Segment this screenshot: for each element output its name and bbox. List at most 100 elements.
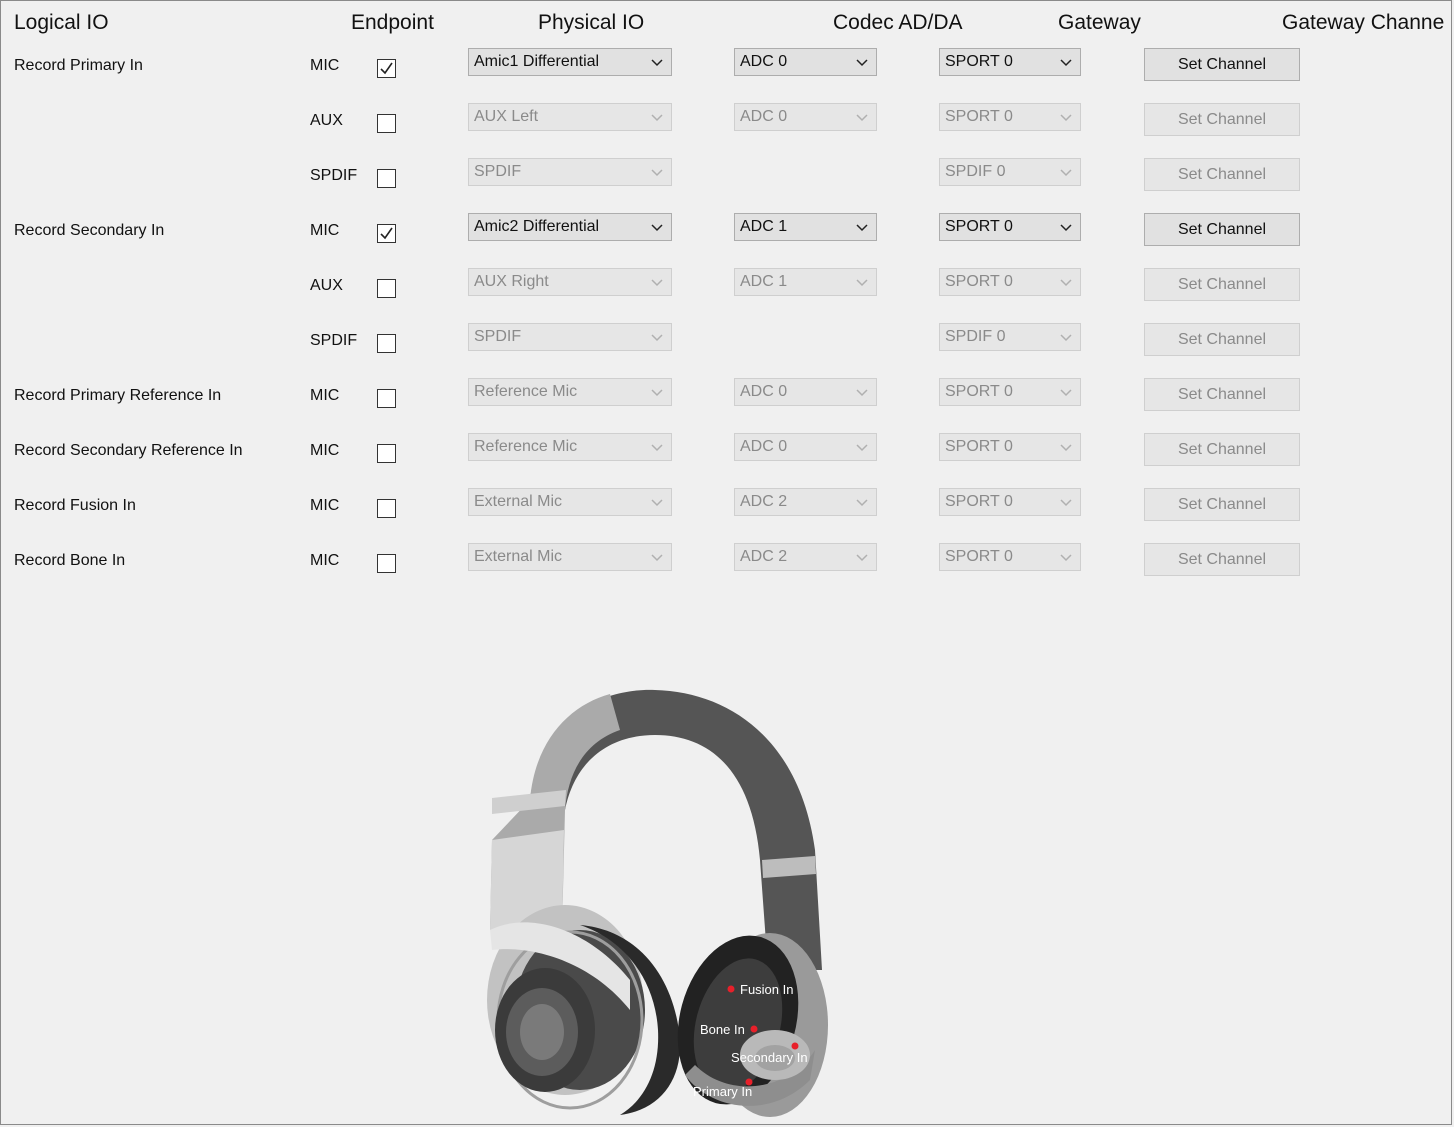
codec-dropdown[interactable]: ADC 0: [734, 103, 877, 131]
endpoint-label: SPDIF: [310, 167, 358, 184]
chevron-down-icon: [856, 59, 868, 67]
logical-io-label: Record Secondary In: [14, 222, 165, 239]
endpoint-checkbox[interactable]: [377, 224, 396, 243]
secondary-in-label: Secondary In: [731, 1050, 808, 1065]
physical-io-dropdown[interactable]: Reference Mic: [468, 433, 672, 461]
codec-dropdown[interactable]: ADC 0: [734, 48, 877, 76]
chevron-down-icon: [856, 444, 868, 452]
chevron-down-icon: [651, 224, 663, 232]
codec-dropdown[interactable]: ADC 0: [734, 433, 877, 461]
chevron-down-icon: [651, 114, 663, 122]
headphones-illustration: Fusion In Bone In Secondary In Primary I…: [487, 689, 828, 1117]
chevron-down-icon: [651, 279, 663, 287]
codec-dropdown[interactable]: ADC 2: [734, 543, 877, 571]
chevron-down-icon: [651, 554, 663, 562]
set-channel-button[interactable]: Set Channel: [1144, 268, 1300, 301]
endpoint-checkbox[interactable]: [377, 114, 396, 133]
set-channel-button[interactable]: Set Channel: [1144, 433, 1300, 466]
gateway-dropdown[interactable]: SPORT 0: [939, 488, 1081, 516]
primary-in-label: Primary In: [693, 1084, 752, 1099]
endpoint-checkbox[interactable]: [377, 169, 396, 188]
chevron-down-icon: [856, 224, 868, 232]
codec-value: ADC 0: [740, 383, 788, 400]
chevron-down-icon: [651, 389, 663, 397]
set-channel-button[interactable]: Set Channel: [1144, 543, 1300, 576]
endpoint-label: MIC: [310, 497, 340, 514]
chevron-down-icon: [1060, 59, 1072, 67]
header-logical-io: Logical IO: [14, 11, 109, 34]
physical-io-value: SPDIF: [474, 163, 522, 180]
set-channel-button[interactable]: Set Channel: [1144, 103, 1300, 136]
physical-io-dropdown[interactable]: Amic1 Differential: [468, 48, 672, 76]
chevron-down-icon: [856, 499, 868, 507]
gateway-dropdown[interactable]: SPORT 0: [939, 543, 1081, 571]
physical-io-value: External Mic: [474, 493, 563, 510]
endpoint-label: MIC: [310, 442, 340, 459]
io-row: Record Bone In MIC External Mic ADC 2 SPORT …: [0, 543, 1454, 607]
gateway-dropdown[interactable]: SPORT 0: [939, 378, 1081, 406]
endpoint-checkbox[interactable]: [377, 334, 396, 353]
gateway-dropdown[interactable]: SPORT 0: [939, 48, 1081, 76]
gateway-value: SPORT 0: [945, 383, 1013, 400]
endpoint-checkbox[interactable]: [377, 554, 396, 573]
codec-value: ADC 0: [740, 53, 788, 70]
endpoint-checkbox[interactable]: [377, 279, 396, 298]
gateway-dropdown[interactable]: SPORT 0: [939, 268, 1081, 296]
set-channel-button[interactable]: Set Channel: [1144, 213, 1300, 246]
endpoint-checkbox[interactable]: [377, 444, 396, 463]
gateway-dropdown[interactable]: SPORT 0: [939, 433, 1081, 461]
physical-io-dropdown[interactable]: External Mic: [468, 488, 672, 516]
physical-io-dropdown[interactable]: SPDIF: [468, 323, 672, 351]
chevron-down-icon: [1060, 389, 1072, 397]
gateway-dropdown[interactable]: SPORT 0: [939, 213, 1081, 241]
set-channel-button[interactable]: Set Channel: [1144, 158, 1300, 191]
logical-io-label: Record Primary In: [14, 57, 143, 74]
physical-io-value: Reference Mic: [474, 438, 578, 455]
physical-io-value: AUX Right: [474, 273, 549, 290]
set-channel-button[interactable]: Set Channel: [1144, 378, 1300, 411]
endpoint-checkbox[interactable]: [377, 59, 396, 78]
physical-io-dropdown[interactable]: External Mic: [468, 543, 672, 571]
chevron-down-icon: [651, 169, 663, 177]
codec-dropdown[interactable]: ADC 1: [734, 268, 877, 296]
physical-io-value: External Mic: [474, 548, 563, 565]
set-channel-button[interactable]: Set Channel: [1144, 488, 1300, 521]
header-physical-io: Physical IO: [538, 11, 645, 34]
physical-io-value: Amic2 Differential: [474, 218, 600, 235]
endpoint-checkbox[interactable]: [377, 389, 396, 408]
gateway-value: SPORT 0: [945, 53, 1013, 70]
physical-io-dropdown[interactable]: AUX Right: [468, 268, 672, 296]
gateway-dropdown[interactable]: SPDIF 0: [939, 158, 1081, 186]
codec-dropdown[interactable]: ADC 0: [734, 378, 877, 406]
codec-dropdown[interactable]: ADC 2: [734, 488, 877, 516]
codec-value: ADC 1: [740, 218, 788, 235]
logical-io-label: Record Bone In: [14, 552, 126, 569]
chevron-down-icon: [856, 114, 868, 122]
set-channel-button[interactable]: Set Channel: [1144, 48, 1300, 81]
physical-io-dropdown[interactable]: Reference Mic: [468, 378, 672, 406]
chevron-down-icon: [1060, 499, 1072, 507]
gateway-value: SPDIF 0: [945, 328, 1006, 345]
chevron-down-icon: [856, 279, 868, 287]
chevron-down-icon: [1060, 169, 1072, 177]
bone-in-dot: [750, 1025, 758, 1033]
set-channel-button[interactable]: Set Channel: [1144, 323, 1300, 356]
codec-dropdown[interactable]: ADC 1: [734, 213, 877, 241]
gateway-value: SPORT 0: [945, 108, 1013, 125]
physical-io-dropdown[interactable]: SPDIF: [468, 158, 672, 186]
codec-value: ADC 0: [740, 438, 788, 455]
endpoint-checkbox[interactable]: [377, 499, 396, 518]
chevron-down-icon: [651, 59, 663, 67]
physical-io-dropdown[interactable]: AUX Left: [468, 103, 672, 131]
physical-io-dropdown[interactable]: Amic2 Differential: [468, 213, 672, 241]
fusion-in-label: Fusion In: [740, 982, 793, 997]
header-gateway: Gateway: [1058, 11, 1141, 34]
endpoint-label: MIC: [310, 57, 340, 74]
gateway-value: SPORT 0: [945, 493, 1013, 510]
gateway-value: SPORT 0: [945, 218, 1013, 235]
gateway-dropdown[interactable]: SPORT 0: [939, 103, 1081, 131]
gateway-dropdown[interactable]: SPDIF 0: [939, 323, 1081, 351]
codec-value: ADC 0: [740, 108, 788, 125]
logical-io-label: Record Fusion In: [14, 497, 136, 514]
endpoint-label: AUX: [310, 112, 343, 129]
